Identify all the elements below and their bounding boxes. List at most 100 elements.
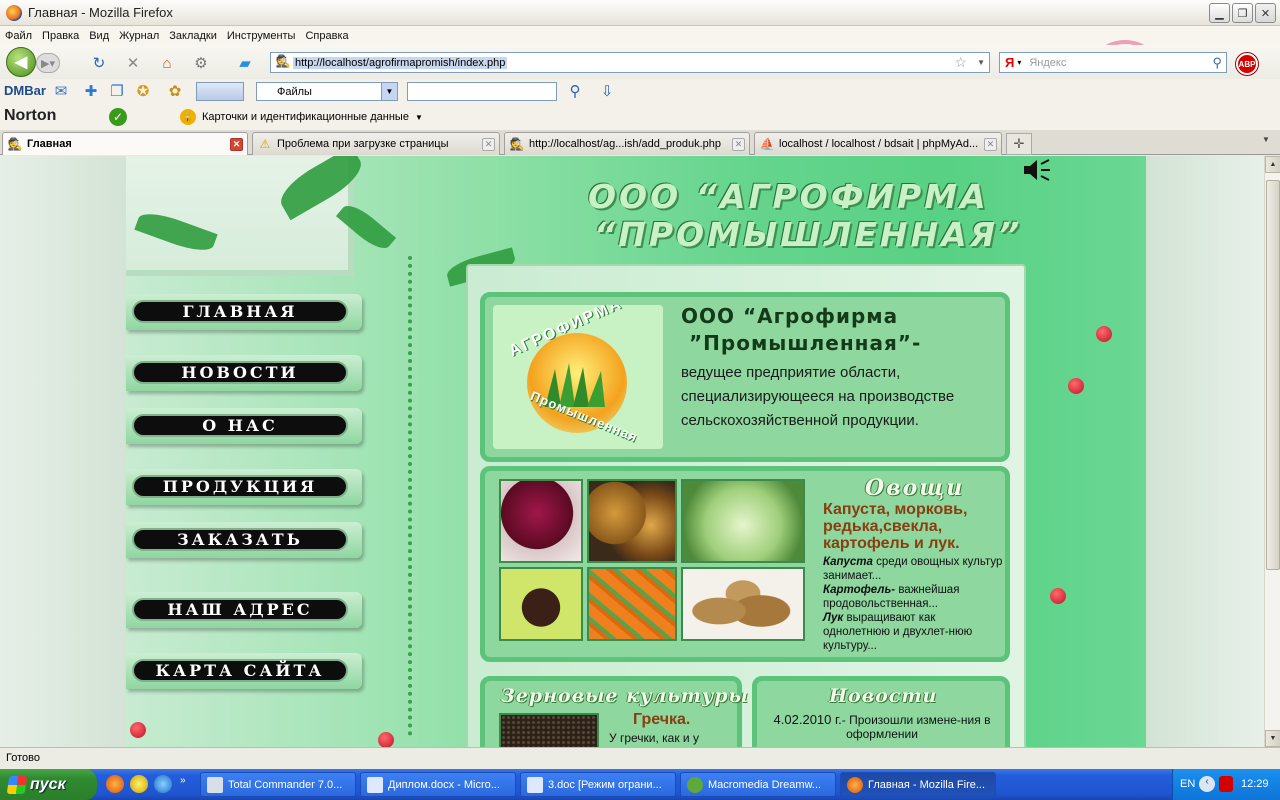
- toolbar-button[interactable]: [196, 82, 244, 101]
- start-button[interactable]: пуск: [0, 769, 97, 800]
- cabbage-photo[interactable]: [681, 479, 805, 563]
- menu-tools[interactable]: Инструменты: [222, 30, 301, 42]
- check-icon[interactable]: ✓: [109, 108, 127, 126]
- menu-help[interactable]: Справка: [300, 30, 353, 42]
- menu-file[interactable]: Файл: [0, 30, 37, 42]
- beet-photo[interactable]: [499, 479, 583, 563]
- tab-add-product[interactable]: 🕵 http://localhost/ag...ish/add_produk.p…: [504, 132, 750, 155]
- minimize-button[interactable]: ▁: [1209, 3, 1230, 23]
- vegetables-heading[interactable]: Овощи: [865, 475, 964, 501]
- news-body: - Произошли измене-ния в оформлении: [841, 713, 991, 741]
- menu-item-order[interactable]: ЗАКАЗАТЬ: [126, 522, 362, 558]
- menu-item-news[interactable]: НОВОСТИ: [126, 355, 362, 391]
- url-dropdown-icon[interactable]: ▼: [977, 58, 985, 67]
- menu-address-label[interactable]: НАШ АДРЕС: [132, 598, 348, 621]
- close-tab-icon[interactable]: ✕: [482, 137, 495, 151]
- task-total-commander[interactable]: Total Commander 7.0...: [200, 772, 356, 797]
- menu-edit[interactable]: Правка: [37, 30, 84, 42]
- radish-photo[interactable]: [499, 567, 583, 641]
- tab-home[interactable]: 🕵 Главная ✕: [2, 132, 248, 155]
- menu-history[interactable]: Журнал: [114, 30, 164, 42]
- menu-bookmarks[interactable]: Закладки: [164, 30, 222, 42]
- back-button[interactable]: ◀: [6, 47, 36, 77]
- scroll-down-button[interactable]: ▼: [1265, 730, 1280, 747]
- potato-photo[interactable]: [681, 567, 805, 641]
- carrot-photo[interactable]: [587, 567, 677, 641]
- extension-icon[interactable]: ⚙: [192, 54, 210, 72]
- taskbar: пуск » Total Commander 7.0... Диплом.doc…: [0, 769, 1280, 800]
- menu-item-address[interactable]: НАШ АДРЕС: [126, 592, 362, 628]
- forward-button[interactable]: ▶▾: [36, 53, 60, 73]
- stop-icon[interactable]: ✕: [124, 54, 142, 72]
- close-tab-icon[interactable]: ✕: [732, 137, 745, 151]
- grain-subtitle: Гречка.: [633, 711, 691, 728]
- close-tab-icon[interactable]: ✕: [984, 137, 997, 151]
- scroll-thumb[interactable]: [1266, 180, 1280, 570]
- firefox-quicklaunch-icon[interactable]: [106, 775, 124, 793]
- ie-quicklaunch-icon[interactable]: [154, 775, 172, 793]
- engine-dropdown-icon[interactable]: ▾: [1017, 58, 1021, 67]
- grain-heading[interactable]: Зерновые культуры: [501, 685, 749, 707]
- menu-news-label[interactable]: НОВОСТИ: [132, 361, 348, 384]
- site-identity-icon[interactable]: 🕵: [273, 54, 293, 71]
- menu-view[interactable]: Вид: [84, 30, 114, 42]
- adblock-icon[interactable]: ABP: [1236, 53, 1258, 75]
- dmbar-label[interactable]: DMBar: [4, 83, 46, 98]
- search-icon[interactable]: ⚲: [1212, 55, 1222, 71]
- menu-item-home[interactable]: ГЛАВНАЯ: [126, 294, 362, 330]
- onion-photo[interactable]: [587, 479, 677, 563]
- task-word-3doc[interactable]: 3.doc [Режим ограни...: [520, 772, 676, 797]
- quicklaunch-more-icon[interactable]: »: [180, 775, 186, 786]
- menu-products-label[interactable]: ПРОДУКЦИЯ: [132, 475, 348, 498]
- dreamweaver-icon: [687, 776, 703, 793]
- close-button[interactable]: ✕: [1255, 3, 1276, 23]
- buckwheat-photo[interactable]: [499, 713, 599, 747]
- yandex-icon[interactable]: Я: [1005, 55, 1014, 70]
- menu-order-label[interactable]: ЗАКАЗАТЬ: [132, 528, 348, 551]
- chat-icon[interactable]: ▰: [236, 54, 254, 72]
- winamp-quicklaunch-icon[interactable]: [130, 775, 148, 793]
- new-tab-button[interactable]: ✛: [1006, 133, 1032, 155]
- search-go-icon[interactable]: ⚲: [566, 82, 584, 100]
- close-tab-icon[interactable]: ✕: [230, 137, 243, 151]
- menu-home-label[interactable]: ГЛАВНАЯ: [132, 300, 348, 323]
- menu-about-label[interactable]: О НАС: [132, 414, 348, 437]
- toolbar-input[interactable]: [407, 82, 557, 101]
- identity-cards-button[interactable]: 🔒 Карточки и идентификационные данные ▼: [180, 109, 423, 125]
- tray-back-icon[interactable]: ‹: [1199, 776, 1215, 792]
- task-word-diploma[interactable]: Диплом.docx - Micro...: [360, 772, 516, 797]
- add-icon[interactable]: ✚: [82, 82, 100, 100]
- task-dreamweaver[interactable]: Macromedia Dreamw...: [680, 772, 836, 797]
- tab-load-problem[interactable]: ⚠ Проблема при загрузке страницы ✕: [252, 132, 500, 155]
- bookmark-star-icon[interactable]: ☆: [954, 54, 967, 71]
- news-heading[interactable]: Новости: [829, 685, 937, 707]
- tray-antivirus-icon[interactable]: [1219, 776, 1233, 792]
- menu-item-sitemap[interactable]: КАРТА САЙТА: [126, 653, 362, 689]
- tab-phpmyadmin[interactable]: ⛵ localhost / localhost / bdsait | phpMy…: [754, 132, 1002, 155]
- chevron-down-icon[interactable]: ▼: [381, 83, 397, 100]
- scroll-up-button[interactable]: ▲: [1265, 156, 1280, 173]
- task-firefox[interactable]: Главная - Mozilla Fire...: [840, 772, 996, 797]
- url-bar[interactable]: 🕵 http://localhost/agrofirmapromish/inde…: [270, 52, 990, 73]
- menu-item-about[interactable]: О НАС: [126, 408, 362, 444]
- files-select[interactable]: Файлы ▼: [256, 82, 398, 101]
- menu-sitemap-label[interactable]: КАРТА САЙТА: [132, 659, 348, 682]
- speaker-icon[interactable]: [1022, 158, 1052, 182]
- intro-title-line2: ”Промышленная”-: [689, 331, 922, 355]
- plugin-icon[interactable]: ✿: [166, 82, 184, 100]
- url-text[interactable]: http://localhost/agrofirmapromish/index.…: [293, 56, 508, 69]
- home-icon[interactable]: ⌂: [158, 54, 176, 72]
- settings-icon[interactable]: ✪: [134, 82, 152, 100]
- norton-logo[interactable]: Norton: [4, 107, 56, 125]
- restore-button[interactable]: ❐: [1232, 3, 1253, 23]
- language-indicator[interactable]: EN: [1180, 778, 1195, 790]
- vertical-scrollbar[interactable]: ▲ ▼: [1264, 156, 1280, 747]
- reload-icon[interactable]: ↻: [90, 54, 108, 72]
- download-icon[interactable]: ⇩: [598, 82, 616, 100]
- menu-item-products[interactable]: ПРОДУКЦИЯ: [126, 469, 362, 505]
- search-box[interactable]: Я ▾ Яндекс ⚲: [999, 52, 1227, 73]
- tab-list-icon[interactable]: ▼: [1262, 135, 1270, 144]
- site-container: ООО “АГРОФИРМА “ПРОМЫШЛЕННАЯ” ГЛАВНАЯ НО…: [126, 156, 1146, 747]
- dmbar-icon[interactable]: ✉: [52, 82, 70, 100]
- windows-icon[interactable]: ❐: [108, 82, 126, 100]
